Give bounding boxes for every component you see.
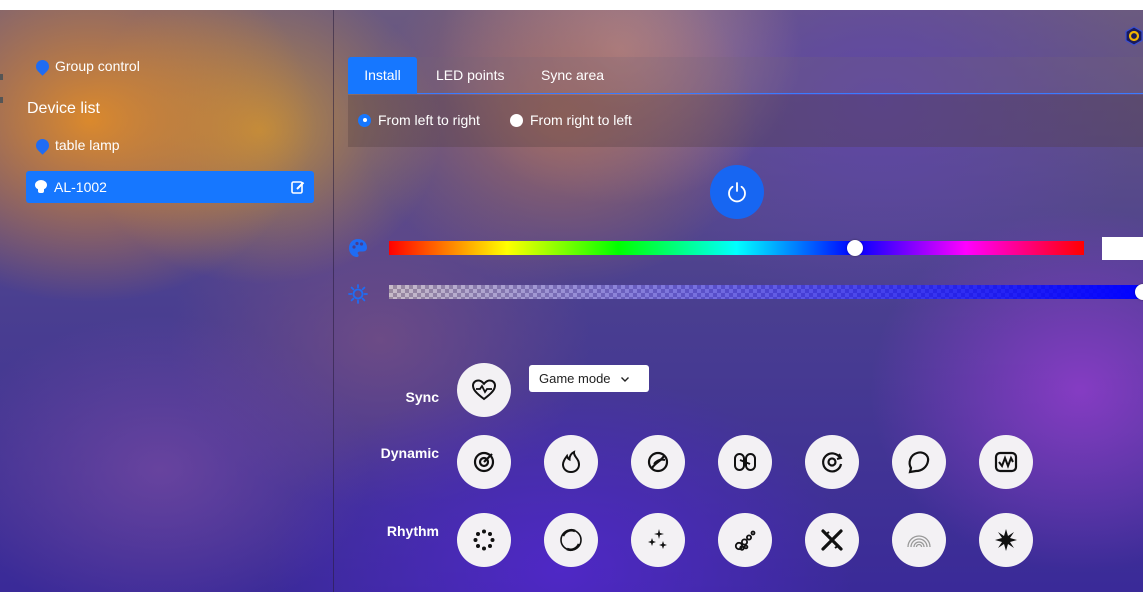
sync-label: Sync (405, 389, 439, 405)
dynamic-mode-waveform[interactable] (979, 435, 1033, 489)
color-slider-thumb[interactable] (846, 240, 863, 256)
burst-icon (995, 529, 1017, 551)
radio-label: From right to left (530, 112, 632, 128)
chevron-down-icon (620, 376, 629, 382)
heartbeat-icon (471, 379, 497, 401)
waveform-icon (994, 451, 1018, 473)
device-item-table-lamp[interactable]: table lamp (33, 135, 120, 155)
tab-install[interactable]: Install (348, 57, 417, 94)
power-icon (728, 182, 746, 203)
sync-heart-button[interactable] (457, 363, 511, 417)
rhythm-mode-ring[interactable] (544, 513, 598, 567)
palette-icon (349, 239, 367, 257)
group-control-item[interactable]: Group control (33, 56, 140, 76)
radio-checked-icon (358, 113, 371, 127)
bubbles-icon (734, 530, 756, 551)
dynamic-mode-blob[interactable] (892, 435, 946, 489)
spiral-icon (822, 452, 843, 473)
chain-icon (734, 453, 756, 471)
crossed-icon (821, 529, 843, 551)
radio-unchecked-icon (510, 113, 523, 127)
rainbow-icon (907, 535, 931, 548)
rhythm-mode-dots[interactable] (457, 513, 511, 567)
sync-mode-value: Game mode (539, 371, 611, 386)
direction-panel: From left to right From right to left (348, 95, 1143, 147)
radio-right-to-left[interactable]: From right to left (510, 112, 632, 128)
radio-left-to-right[interactable]: From left to right (358, 112, 480, 128)
sidebar: Group control Device list table lamp AL-… (0, 10, 333, 592)
dynamic-mode-orbit[interactable] (631, 435, 685, 489)
radio-label: From left to right (378, 112, 480, 128)
settings-hexagon-icon[interactable] (1124, 26, 1143, 46)
device-name: table lamp (55, 137, 120, 153)
color-swatch (1102, 237, 1143, 260)
flame-icon (561, 450, 581, 474)
tab-bar: Install LED points Sync area (348, 57, 1143, 94)
rhythm-label: Rhythm (386, 523, 439, 539)
location-pin-icon (33, 135, 52, 155)
sidebar-divider (333, 10, 334, 592)
bulb-icon (35, 180, 47, 194)
dynamic-mode-swirl[interactable] (457, 435, 511, 489)
brightness-slider[interactable] (389, 284, 1143, 300)
tab-led-points[interactable]: LED points (436, 57, 504, 94)
swirl-icon (473, 451, 495, 473)
dots-circle-icon (473, 529, 495, 551)
device-list-title: Device list (27, 100, 100, 117)
device-name: AL-1002 (54, 179, 107, 195)
app-window: Group control Device list table lamp AL-… (0, 10, 1143, 592)
dynamic-label: Dynamic (380, 445, 439, 461)
dynamic-mode-spiral[interactable] (805, 435, 859, 489)
brightness-slider-thumb[interactable] (1135, 284, 1143, 300)
rhythm-mode-crossed[interactable] (805, 513, 859, 567)
location-pin-icon (33, 56, 52, 76)
sparkles-icon (648, 529, 667, 549)
rhythm-mode-bubbles[interactable] (718, 513, 772, 567)
sync-mode-select[interactable]: Game mode (529, 365, 649, 392)
rhythm-mode-burst[interactable] (979, 513, 1033, 567)
color-slider[interactable] (389, 240, 1084, 256)
rhythm-mode-rainbow[interactable] (892, 513, 946, 567)
blob-icon (908, 451, 930, 474)
device-item-al-1002[interactable]: AL-1002 (26, 171, 314, 203)
tab-sync-area[interactable]: Sync area (541, 57, 604, 94)
edit-icon[interactable] (291, 180, 305, 194)
dynamic-mode-chain[interactable] (718, 435, 772, 489)
dynamic-mode-flame[interactable] (544, 435, 598, 489)
group-control-label: Group control (55, 58, 140, 74)
ring-icon (560, 529, 582, 551)
brightness-icon (348, 284, 368, 304)
rhythm-mode-sparkles[interactable] (631, 513, 685, 567)
orbit-icon (647, 451, 669, 473)
power-button[interactable] (710, 165, 764, 219)
